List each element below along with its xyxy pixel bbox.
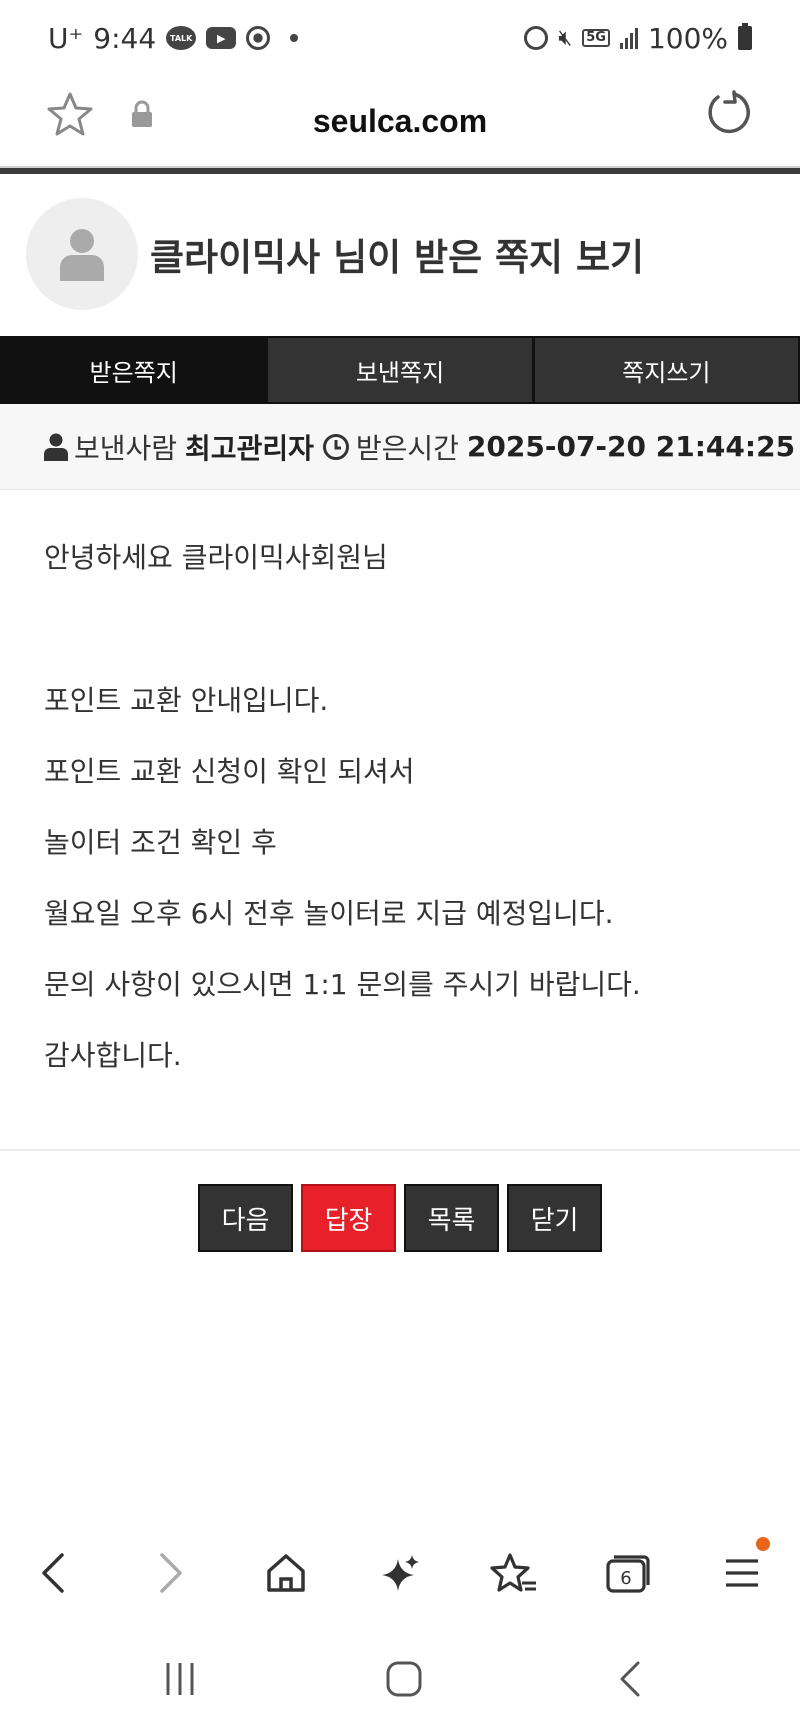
avatar xyxy=(26,198,138,310)
sparkle-icon[interactable] xyxy=(370,1543,430,1603)
more-notifications-icon xyxy=(290,34,299,42)
message-body: 안녕하세요 클라이믹사회원님 포인트 교환 안내입니다. 포인트 교환 신청이 … xyxy=(44,490,764,1091)
lock-icon[interactable] xyxy=(130,100,154,128)
list-button[interactable]: 목록 xyxy=(404,1184,499,1252)
received-time: 2025-07-20 21:44:25 xyxy=(466,430,796,463)
tab-sent[interactable]: 보낸쪽지 xyxy=(268,338,532,402)
message-line: 감사합니다. xyxy=(44,1039,182,1072)
youtube-icon: ▶ xyxy=(206,27,237,49)
menu-icon[interactable] xyxy=(712,1537,772,1603)
home-icon[interactable] xyxy=(256,1543,316,1603)
message-tabs: 받은쪽지 보낸쪽지 쪽지쓰기 xyxy=(0,336,800,404)
tab-compose[interactable]: 쪽지쓰기 xyxy=(534,338,798,402)
status-right: 🔇︎ 5G 100% xyxy=(524,22,752,55)
status-time: 9:44 xyxy=(93,21,157,55)
action-buttons: 다음 답장 목록 닫기 xyxy=(198,1184,602,1252)
message-meta: 보낸사람 최고관리자 받은시간 2025-07-20 21:44:25 xyxy=(0,404,800,490)
tab-received[interactable]: 받은쪽지 xyxy=(2,338,266,402)
tab-count: 6 xyxy=(620,1568,631,1589)
received-time-label: 받은시간 xyxy=(355,431,459,465)
reply-button[interactable]: 답장 xyxy=(301,1184,396,1252)
message-line: 포인트 교환 신청이 확인 되셔서 xyxy=(44,755,415,788)
home-circle-icon[interactable] xyxy=(374,1654,434,1704)
message-line: 놀이터 조건 확인 후 xyxy=(44,826,277,859)
close-button[interactable]: 닫기 xyxy=(507,1184,602,1252)
sender-name: 최고관리자 xyxy=(185,431,314,465)
back-chevron-icon[interactable] xyxy=(600,1654,660,1704)
battery-percent: 100% xyxy=(647,21,728,55)
page-title: 클라이믹사 님이 받은 쪽지 보기 xyxy=(150,236,645,279)
back-icon[interactable] xyxy=(24,1543,84,1603)
system-nav-bar xyxy=(0,1640,800,1720)
header-divider xyxy=(0,166,800,174)
signal-icon xyxy=(619,27,638,49)
soccer-ball-icon xyxy=(246,26,271,50)
network-5g-icon: 5G xyxy=(582,29,610,47)
user-icon xyxy=(44,433,68,461)
url-text[interactable]: seulca.com xyxy=(0,103,800,140)
message-line: 월요일 오후 6시 전후 놀이터로 지급 예정입니다. xyxy=(44,897,614,930)
forward-icon[interactable] xyxy=(140,1543,200,1603)
browser-toolbar: 6 xyxy=(0,1535,800,1611)
sender-label: 보낸사람 xyxy=(74,431,178,465)
bookmarks-icon[interactable] xyxy=(484,1543,544,1603)
kakaotalk-icon: TALK xyxy=(166,26,197,50)
battery-icon xyxy=(738,23,752,50)
carrier-label: U⁺ xyxy=(48,21,84,55)
message-line: 안녕하세요 클라이믹사회원님 xyxy=(44,541,388,574)
mute-icon: 🔇︎ xyxy=(558,25,573,51)
status-bar: U⁺ 9:44 TALK ▶ 🔇︎ 5G 100% xyxy=(0,0,800,76)
message-line: 문의 사항이 있으시면 1:1 문의를 주시기 바랍니다. xyxy=(44,968,641,1001)
alarm-icon xyxy=(524,26,549,50)
bookmark-star-icon[interactable] xyxy=(46,90,94,138)
browser-url-bar: seulca.com xyxy=(0,76,800,166)
reload-icon[interactable] xyxy=(704,88,752,136)
next-button[interactable]: 다음 xyxy=(198,1184,293,1252)
content-divider xyxy=(0,1149,800,1151)
notification-dot xyxy=(756,1537,770,1551)
user-icon xyxy=(60,229,104,281)
clock-icon xyxy=(322,433,349,460)
tabs-icon[interactable]: 6 xyxy=(598,1543,658,1603)
status-left: U⁺ 9:44 TALK ▶ xyxy=(48,21,299,55)
recent-apps-icon[interactable] xyxy=(150,1654,210,1704)
message-line: 포인트 교환 안내입니다. xyxy=(44,684,329,717)
page-header: 클라이믹사 님이 받은 쪽지 보기 xyxy=(0,196,800,312)
